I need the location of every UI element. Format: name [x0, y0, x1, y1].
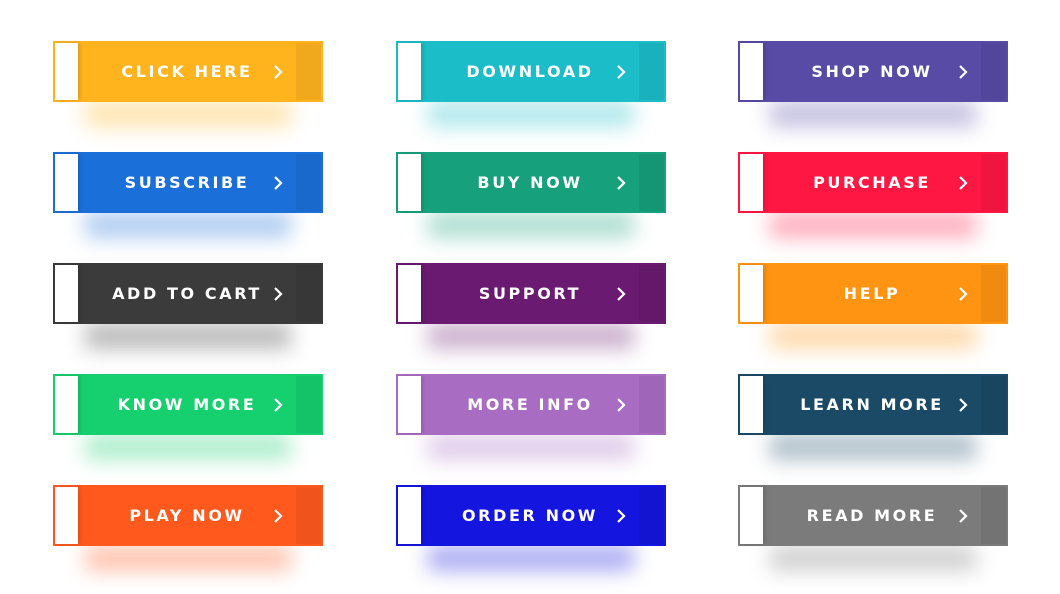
- button-tab: [740, 265, 763, 322]
- help-button[interactable]: HELP: [738, 263, 1008, 324]
- button-end-segment: [981, 487, 1006, 544]
- button-end-segment: [639, 376, 664, 433]
- button-tab: [55, 154, 78, 211]
- read-more-button[interactable]: READ MORE: [738, 485, 1008, 546]
- chevron-right-icon: [273, 376, 283, 433]
- button-end-segment: [639, 154, 664, 211]
- button-end-segment: [296, 376, 321, 433]
- chevron-right-icon: [616, 376, 626, 433]
- know-more-button[interactable]: KNOW MORE: [53, 374, 323, 435]
- button-end-segment: [296, 265, 321, 322]
- chevron-right-icon: [273, 487, 283, 544]
- chevron-right-icon: [616, 43, 626, 100]
- button-end-segment: [296, 487, 321, 544]
- button-label: ORDER NOW: [461, 506, 599, 525]
- button-label: DOWNLOAD: [466, 62, 594, 81]
- chevron-right-icon: [273, 154, 283, 211]
- button-tab: [740, 487, 763, 544]
- chevron-right-icon: [958, 487, 968, 544]
- chevron-right-icon: [958, 265, 968, 322]
- button-tab: [398, 43, 421, 100]
- button-tab: [740, 376, 763, 433]
- chevron-right-icon: [273, 265, 283, 322]
- click-here-button[interactable]: CLICK HERE: [53, 41, 323, 102]
- button-label: KNOW MORE: [117, 395, 257, 414]
- chevron-right-icon: [958, 376, 968, 433]
- support-button[interactable]: SUPPORT: [396, 263, 666, 324]
- chevron-right-icon: [616, 154, 626, 211]
- button-end-segment: [981, 154, 1006, 211]
- order-now-button[interactable]: ORDER NOW: [396, 485, 666, 546]
- button-end-segment: [296, 154, 321, 211]
- button-tab: [398, 376, 421, 433]
- button-end-segment: [639, 265, 664, 322]
- chevron-right-icon: [616, 487, 626, 544]
- button-tab: [398, 265, 421, 322]
- button-tab: [55, 487, 78, 544]
- purchase-button[interactable]: PURCHASE: [738, 152, 1008, 213]
- button-tab: [398, 487, 421, 544]
- button-tab: [55, 376, 78, 433]
- button-tab: [740, 154, 763, 211]
- play-now-button[interactable]: PLAY NOW: [53, 485, 323, 546]
- button-label: PLAY NOW: [129, 506, 245, 525]
- button-label: SUBSCRIBE: [124, 173, 250, 192]
- button-end-segment: [981, 43, 1006, 100]
- download-button[interactable]: DOWNLOAD: [396, 41, 666, 102]
- button-end-segment: [981, 376, 1006, 433]
- button-label: HELP: [843, 284, 901, 303]
- button-label: ADD TO CART: [112, 284, 262, 303]
- learn-more-button[interactable]: LEARN MORE: [738, 374, 1008, 435]
- chevron-right-icon: [958, 43, 968, 100]
- buy-now-button[interactable]: BUY NOW: [396, 152, 666, 213]
- button-end-segment: [296, 43, 321, 100]
- button-tab: [740, 43, 763, 100]
- button-label: SUPPORT: [478, 284, 582, 303]
- chevron-right-icon: [616, 265, 626, 322]
- chevron-right-icon: [958, 154, 968, 211]
- subscribe-button[interactable]: SUBSCRIBE: [53, 152, 323, 213]
- button-label: READ MORE: [806, 506, 938, 525]
- button-end-segment: [639, 487, 664, 544]
- chevron-right-icon: [273, 43, 283, 100]
- button-label: CLICK HERE: [121, 62, 253, 81]
- button-label: BUY NOW: [477, 173, 583, 192]
- more-info-button[interactable]: MORE INFO: [396, 374, 666, 435]
- shop-now-button[interactable]: SHOP NOW: [738, 41, 1008, 102]
- button-end-segment: [639, 43, 664, 100]
- button-label: LEARN MORE: [800, 395, 944, 414]
- button-end-segment: [981, 265, 1006, 322]
- button-label: PURCHASE: [813, 173, 931, 192]
- button-tab: [398, 154, 421, 211]
- button-label: SHOP NOW: [811, 62, 933, 81]
- button-label: MORE INFO: [467, 395, 593, 414]
- button-tab: [55, 43, 78, 100]
- add-to-cart-button[interactable]: ADD TO CART: [53, 263, 323, 324]
- button-tab: [55, 265, 78, 322]
